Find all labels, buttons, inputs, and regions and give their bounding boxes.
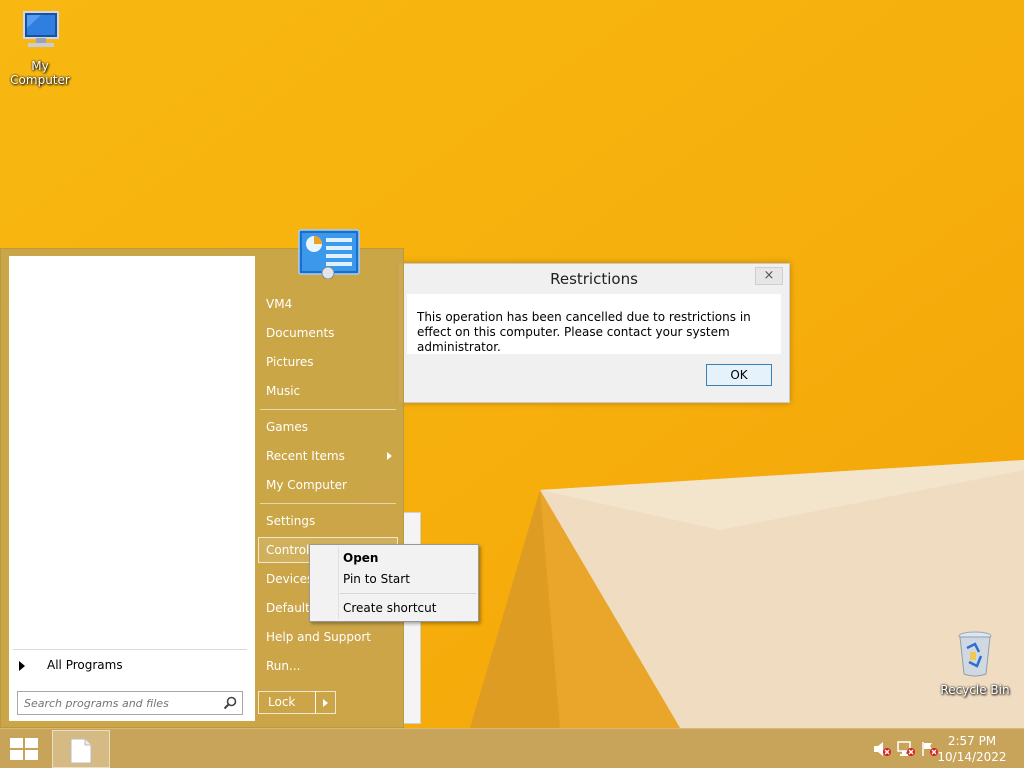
desktop-icon-recycle-bin[interactable]: Recycle Bin	[935, 630, 1015, 697]
start-item-settings[interactable]: Settings	[258, 508, 398, 534]
context-item-pin-to-start[interactable]: Pin to Start	[343, 568, 410, 590]
ok-button[interactable]: OK	[706, 364, 772, 386]
start-item-music[interactable]: Music	[258, 378, 398, 404]
search-input[interactable]	[18, 692, 214, 714]
desktop-icon-label: Recycle Bin	[940, 683, 1010, 697]
control-panel-icon	[298, 229, 360, 282]
all-programs-label: All Programs	[47, 658, 123, 672]
recycle-bin-icon	[935, 630, 1015, 681]
dialog-message: This operation has been cancelled due to…	[417, 310, 751, 354]
dialog-title: Restrictions	[550, 270, 638, 288]
start-menu-programs-pane: All Programs	[9, 256, 255, 721]
desktop-icon-my-computer[interactable]: My Computer	[0, 8, 80, 87]
context-item-open[interactable]: Open	[343, 547, 378, 569]
computer-icon	[0, 8, 80, 57]
desktop-icon-label: My Computer	[10, 59, 70, 87]
document-icon	[70, 738, 92, 764]
volume-muted-icon[interactable]	[873, 741, 891, 760]
context-menu: Open Pin to Start Create shortcut	[309, 544, 479, 622]
lock-button[interactable]: Lock	[258, 691, 316, 714]
start-item-my-computer[interactable]: My Computer	[258, 472, 398, 498]
taskbar: 2:57 PM 10/14/2022	[0, 728, 1024, 768]
dialog-close-button[interactable]: ×	[755, 267, 783, 285]
start-item-vm4[interactable]: VM4	[258, 291, 398, 317]
triangle-right-icon	[19, 660, 25, 671]
all-programs-button[interactable]: All Programs	[19, 655, 123, 675]
menu-gutter	[338, 547, 339, 619]
start-item-run[interactable]: Run...	[258, 653, 398, 679]
search-box	[17, 691, 243, 715]
menu-separator	[340, 593, 476, 594]
dialog-message-area: This operation has been cancelled due to…	[407, 294, 781, 354]
start-item-games[interactable]: Games	[258, 414, 398, 440]
divider	[13, 649, 247, 650]
windows-logo-icon	[10, 738, 38, 760]
restrictions-dialog: Restrictions × This operation has been c…	[398, 263, 790, 403]
start-menu-divider	[260, 503, 396, 504]
network-icon[interactable]	[897, 741, 915, 760]
clock-time: 2:57 PM	[947, 734, 997, 748]
power-options-button[interactable]	[315, 691, 336, 714]
triangle-right-icon	[323, 699, 328, 707]
submenu-arrow-icon	[387, 452, 392, 460]
start-item-documents[interactable]: Documents	[258, 320, 398, 346]
clock-date: 10/14/2022	[937, 750, 1007, 764]
start-menu-divider	[260, 409, 396, 410]
start-item-help-and-support[interactable]: Help and Support	[258, 624, 398, 650]
start-item-pictures[interactable]: Pictures	[258, 349, 398, 375]
context-item-create-shortcut[interactable]: Create shortcut	[343, 597, 436, 619]
recent-items-label: Recent Items	[266, 449, 345, 463]
taskbar-clock[interactable]: 2:57 PM 10/14/2022	[932, 733, 1012, 765]
start-item-recent-items[interactable]: Recent Items	[258, 443, 398, 469]
taskbar-item-file[interactable]	[52, 730, 110, 768]
start-button[interactable]	[0, 729, 48, 768]
search-icon[interactable]	[223, 696, 237, 713]
